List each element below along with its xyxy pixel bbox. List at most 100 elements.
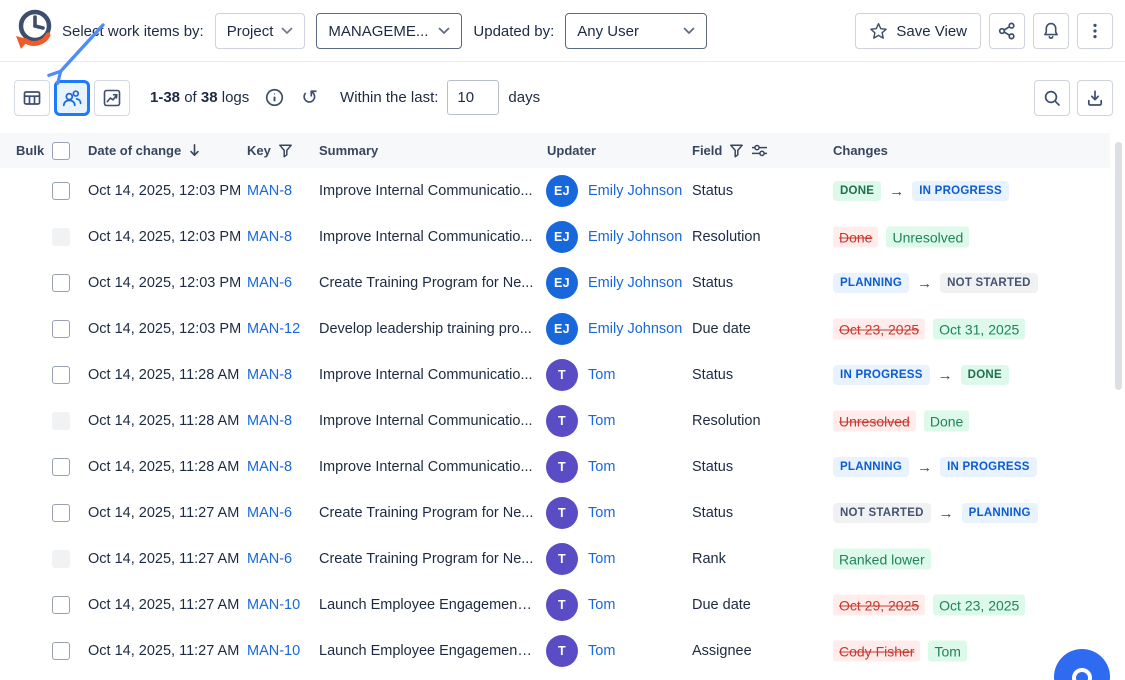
row-checkbox[interactable] — [52, 366, 70, 384]
updater-avatar: EJ — [546, 313, 578, 345]
table-row: Oct 14, 2025, 11:27 AMMAN-6Create Traini… — [0, 490, 1125, 536]
view-toolbar-right — [1034, 80, 1113, 116]
save-view-label: Save View — [896, 23, 967, 40]
summary-cell: Improve Internal Communicatio... — [319, 229, 533, 245]
within-last-label: Within the last: — [340, 89, 438, 106]
updater-link[interactable]: Tom — [588, 459, 615, 475]
table-body: Oct 14, 2025, 12:03 PM MAN-8 Improve Inter… — [0, 168, 1125, 680]
share-button[interactable] — [989, 13, 1025, 49]
kebab-menu-icon — [1085, 21, 1105, 41]
work-item-key-link[interactable]: MAN-8 — [247, 229, 292, 245]
updated-by-dropdown[interactable]: Any User — [565, 13, 707, 49]
row-checkbox[interactable] — [52, 274, 70, 292]
top-bar: Select work items by: Project MANAGEME..… — [0, 0, 1125, 62]
field-settings-sliders-icon[interactable] — [751, 143, 768, 158]
row-checkbox[interactable] — [52, 182, 70, 200]
field-cell: Status — [692, 275, 733, 291]
export-button[interactable] — [1077, 80, 1113, 116]
field-cell: Status — [692, 183, 733, 199]
status-badge: DONE — [833, 181, 881, 201]
save-view-button[interactable]: Save View — [855, 13, 981, 49]
select-all-checkbox[interactable] — [52, 142, 70, 160]
change-arrow-icon: → — [917, 275, 932, 292]
new-value: Done — [924, 411, 969, 432]
notifications-button[interactable] — [1033, 13, 1069, 49]
days-unit-label: days — [508, 89, 540, 106]
updater-avatar: T — [546, 359, 578, 391]
work-item-key-link[interactable]: MAN-10 — [247, 597, 300, 613]
updater-link[interactable]: Tom — [588, 597, 615, 613]
row-checkbox[interactable] — [52, 504, 70, 522]
search-button[interactable] — [1034, 80, 1070, 116]
updater-avatar: T — [546, 405, 578, 437]
count-range: 1-38 — [150, 89, 180, 106]
table-row: Oct 14, 2025, 11:27 AMMAN-10Launch Emplo… — [0, 628, 1125, 674]
changes-cell: DONE→IN PROGRESS — [833, 181, 1009, 201]
updater-link[interactable]: Emily Johnson — [588, 229, 682, 245]
trend-chart-icon — [102, 88, 122, 108]
updater-avatar: T — [546, 451, 578, 483]
vertical-scrollbar[interactable] — [1115, 142, 1122, 390]
work-item-key-link[interactable]: MAN-8 — [247, 413, 292, 429]
date-cell: Oct 14, 2025, 11:27 AM — [88, 505, 239, 521]
field-cell: Resolution — [692, 229, 761, 245]
status-badge: IN PROGRESS — [912, 181, 1009, 201]
change-arrow-icon: → — [938, 367, 953, 384]
changes-cell: DoneUnresolved — [833, 227, 969, 248]
work-item-key-link[interactable]: MAN-6 — [247, 551, 292, 567]
work-item-key-link[interactable]: MAN-8 — [247, 367, 292, 383]
count-total: 38 — [201, 89, 218, 106]
view-toolbar: 1-38 of 38 logs ↺ Within the last: days — [0, 62, 1125, 133]
updater-link[interactable]: Emily Johnson — [588, 275, 682, 291]
status-badge: PLANNING — [833, 273, 909, 293]
column-key[interactable]: Key — [247, 133, 293, 168]
date-cell: Oct 14, 2025, 12:03 PM — [88, 183, 241, 199]
table-view-button[interactable] — [14, 80, 50, 116]
more-menu-button[interactable] — [1077, 13, 1113, 49]
changes-cell: PLANNING→NOT STARTED — [833, 273, 1038, 293]
column-field[interactable]: Field — [692, 133, 768, 168]
field-cell: Status — [692, 459, 733, 475]
work-item-key-link[interactable]: MAN-6 — [247, 275, 292, 291]
work-item-key-link[interactable]: MAN-10 — [247, 643, 300, 659]
status-badge: IN PROGRESS — [833, 365, 930, 385]
work-item-key-link[interactable]: MAN-12 — [247, 321, 300, 337]
updater-avatar: EJ — [546, 221, 578, 253]
column-date-of-change[interactable]: Date of change — [88, 133, 201, 168]
info-icon[interactable] — [264, 87, 285, 108]
updater-link[interactable]: Emily Johnson — [588, 183, 682, 199]
updater-avatar: T — [546, 589, 578, 621]
chart-view-button[interactable] — [94, 80, 130, 116]
updated-by-value: Any User — [577, 23, 639, 40]
updater-link[interactable]: Tom — [588, 643, 615, 659]
field-cell: Status — [692, 367, 733, 383]
search-icon — [1042, 88, 1062, 108]
row-checkbox[interactable] — [52, 320, 70, 338]
user-view-button[interactable] — [54, 80, 90, 116]
row-checkbox[interactable] — [52, 596, 70, 614]
column-field-label: Field — [692, 143, 722, 158]
updater-link[interactable]: Emily Johnson — [588, 321, 682, 337]
sort-desc-icon[interactable] — [188, 143, 201, 158]
date-cell: Oct 14, 2025, 11:27 AM — [88, 551, 239, 567]
updater-link[interactable]: Tom — [588, 413, 615, 429]
filter-type-dropdown[interactable]: Project — [215, 13, 306, 49]
refresh-icon[interactable]: ↺ — [301, 88, 318, 108]
project-value-dropdown[interactable]: MANAGEME... — [316, 13, 462, 49]
column-date-label: Date of change — [88, 143, 181, 158]
filter-funnel-icon[interactable] — [278, 143, 293, 158]
select-work-items-label: Select work items by: — [62, 23, 204, 40]
row-checkbox[interactable] — [52, 642, 70, 660]
work-item-key-link[interactable]: MAN-6 — [247, 505, 292, 521]
row-checkbox[interactable] — [52, 458, 70, 476]
days-input[interactable] — [447, 80, 499, 115]
old-value: Oct 23, 2025 — [833, 319, 925, 340]
updater-link[interactable]: Tom — [588, 505, 615, 521]
filter-funnel-icon[interactable] — [729, 143, 744, 158]
updater-link[interactable]: Tom — [588, 551, 615, 567]
work-item-key-link[interactable]: MAN-8 — [247, 459, 292, 475]
changes-cell: IN PROGRESS→DONE — [833, 365, 1009, 385]
old-value: Unresolved — [833, 411, 916, 432]
updater-link[interactable]: Tom — [588, 367, 615, 383]
work-item-key-link[interactable]: MAN-8 — [247, 183, 292, 199]
